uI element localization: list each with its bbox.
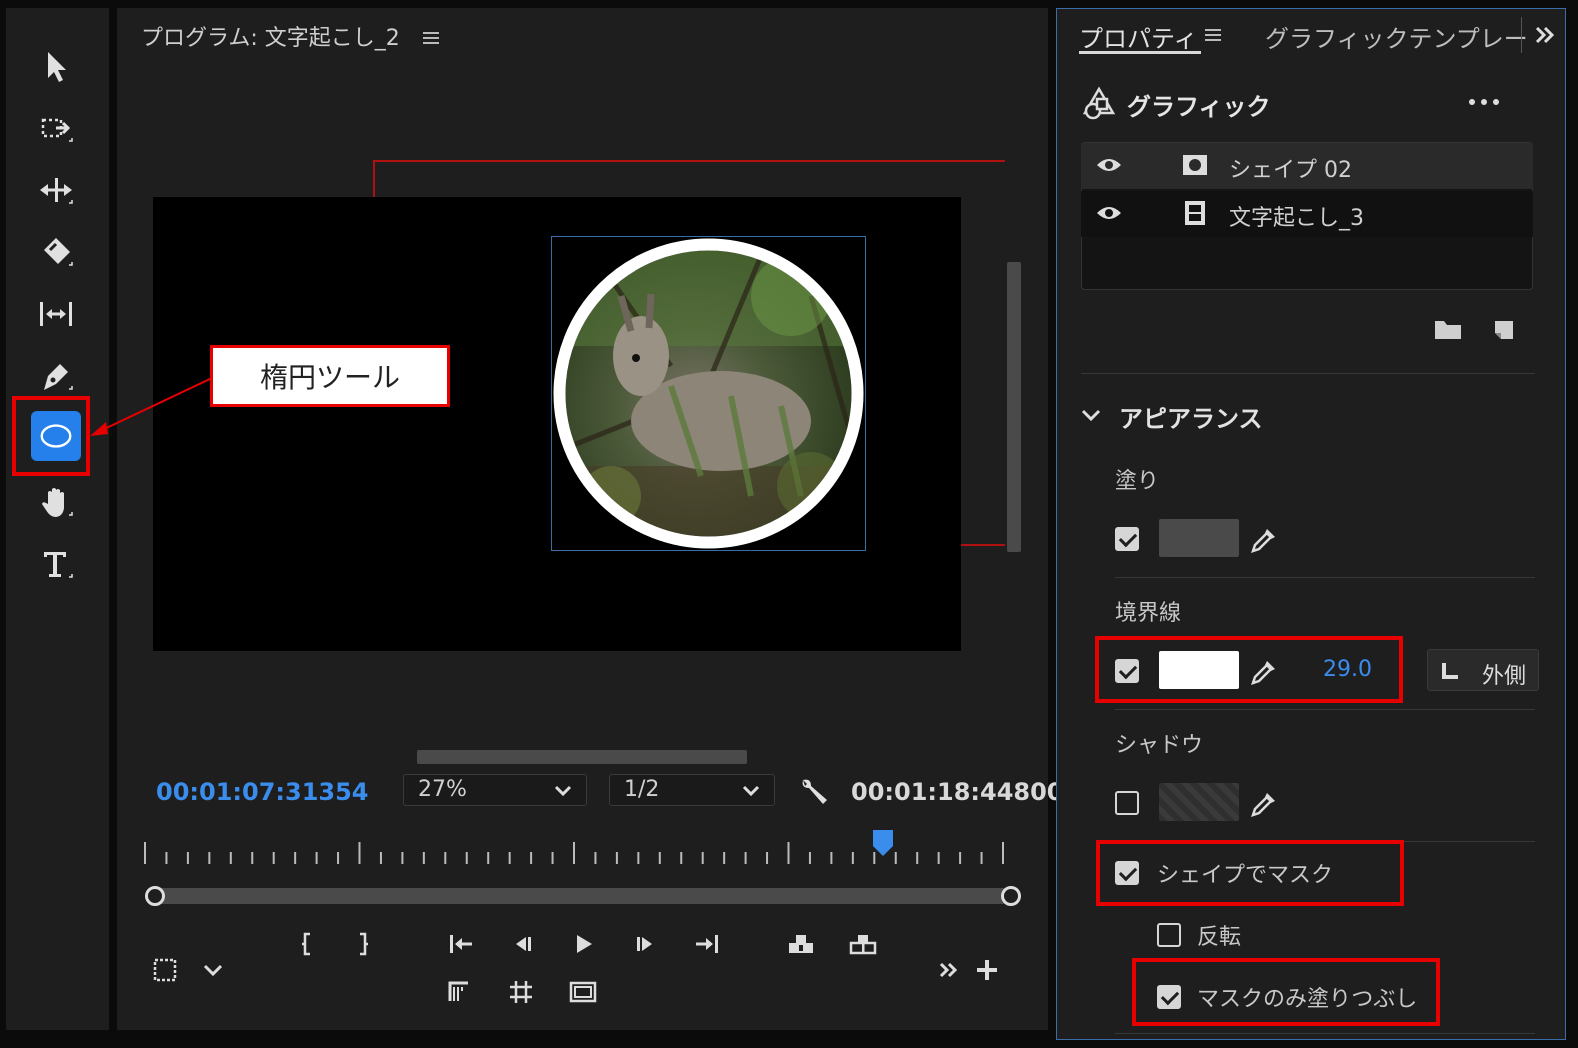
program-monitor-title[interactable]: プログラム: 文字起こし_2 bbox=[141, 20, 400, 52]
step-forward-icon[interactable] bbox=[625, 924, 665, 964]
layer-row-clip[interactable]: 文字起こし_3 bbox=[1081, 191, 1533, 237]
callout-arrow bbox=[90, 377, 213, 436]
zoom-value: 27% bbox=[418, 777, 467, 802]
masked-video-circle[interactable] bbox=[551, 236, 866, 551]
new-group-folder-icon[interactable] bbox=[1433, 317, 1463, 341]
film-clip-icon bbox=[1185, 201, 1205, 225]
tab-graphic-templates[interactable]: グラフィックテンプレー bbox=[1265, 19, 1528, 54]
mark-out-icon[interactable] bbox=[343, 924, 383, 964]
lift-icon[interactable] bbox=[781, 924, 821, 964]
vertical-scrollbar[interactable] bbox=[1007, 262, 1021, 552]
stroke-label: 境界線 bbox=[1115, 601, 1182, 626]
chevron-down-icon bbox=[742, 785, 760, 797]
trim-icon[interactable] bbox=[439, 972, 479, 1012]
fill-mask-only-highlight bbox=[1132, 958, 1440, 1026]
eye-icon[interactable] bbox=[1095, 203, 1123, 223]
panel-menu-icon[interactable] bbox=[423, 30, 441, 46]
fill-divider bbox=[1115, 577, 1535, 578]
program-title-text: プログラム: 文字起こし_2 bbox=[141, 26, 400, 51]
layer-name: 文字起こし_3 bbox=[1229, 206, 1364, 231]
stroke-highlight bbox=[1095, 636, 1403, 703]
slip-tool-icon[interactable] bbox=[24, 286, 88, 342]
zoom-navigator-bar[interactable] bbox=[153, 888, 1011, 904]
current-timecode[interactable]: 00:01:07:31354 bbox=[156, 778, 368, 806]
play-icon[interactable] bbox=[563, 924, 603, 964]
duration-timecode: 00:01:18:44800 bbox=[851, 778, 1064, 806]
extract-icon[interactable] bbox=[843, 924, 883, 964]
type-tool-icon[interactable] bbox=[24, 536, 88, 592]
stroke-position-value: 外側 bbox=[1482, 664, 1527, 689]
ellipse-tool-highlight bbox=[12, 396, 90, 476]
stroke-divider bbox=[1115, 709, 1535, 710]
go-to-out-icon[interactable] bbox=[687, 924, 727, 964]
mark-in-icon[interactable] bbox=[287, 924, 327, 964]
go-to-in-icon[interactable] bbox=[441, 924, 481, 964]
callout-text: 楕円ツール bbox=[259, 361, 400, 394]
step-back-icon[interactable] bbox=[503, 924, 543, 964]
guide-line-left bbox=[373, 160, 375, 200]
tab-properties[interactable]: プロパティ bbox=[1079, 19, 1198, 54]
graphic-shapes-icon bbox=[1082, 86, 1116, 120]
more-buttons-icon[interactable] bbox=[929, 950, 969, 990]
program-monitor: プログラム: 文字起こし_2 00:01:07:31354 27% 1/2 00… bbox=[117, 8, 1063, 1030]
video-frame[interactable] bbox=[153, 197, 961, 651]
eyedropper-icon[interactable] bbox=[1249, 789, 1279, 819]
active-tab-underline bbox=[1079, 51, 1201, 54]
more-options-icon[interactable] bbox=[1467, 95, 1501, 109]
invert-checkbox[interactable] bbox=[1157, 923, 1181, 947]
resolution-value: 1/2 bbox=[624, 777, 660, 802]
invert-label[interactable]: 反転 bbox=[1197, 919, 1241, 951]
playhead-marker[interactable] bbox=[871, 828, 895, 858]
selection-tool-icon[interactable] bbox=[24, 38, 88, 94]
chevron-down-icon bbox=[554, 785, 572, 797]
safe-margins-icon[interactable] bbox=[145, 950, 185, 990]
stroke-position-dropdown[interactable]: 外側 bbox=[1427, 649, 1539, 691]
shadow-color-swatch[interactable] bbox=[1159, 783, 1239, 821]
layer-name: シェイプ 02 bbox=[1229, 158, 1352, 183]
eye-icon[interactable] bbox=[1095, 155, 1123, 175]
tools-panel bbox=[6, 8, 109, 1030]
add-button-icon[interactable] bbox=[967, 950, 1007, 990]
fill-label: 塗り bbox=[1115, 469, 1160, 494]
panel-menu-icon[interactable] bbox=[1205, 27, 1223, 43]
shape-layer-icon bbox=[1183, 155, 1207, 175]
stroke-outside-icon bbox=[1442, 663, 1458, 679]
ripple-edit-tool-icon[interactable] bbox=[24, 162, 88, 218]
layer-row-shape[interactable]: シェイプ 02 bbox=[1081, 143, 1533, 189]
navigator-left-handle[interactable] bbox=[145, 886, 165, 906]
shadow-checkbox[interactable] bbox=[1115, 791, 1139, 815]
zoom-dropdown[interactable]: 27% bbox=[403, 774, 587, 806]
hand-tool-icon[interactable] bbox=[24, 474, 88, 530]
tab-properties-label: プロパティ bbox=[1079, 25, 1198, 53]
razor-tool-icon[interactable] bbox=[24, 224, 88, 280]
fill-color-swatch[interactable] bbox=[1159, 519, 1239, 557]
horizontal-scrollbar[interactable] bbox=[417, 750, 747, 764]
shadow-label: シャドウ bbox=[1115, 733, 1204, 758]
eyedropper-icon[interactable] bbox=[1249, 525, 1279, 555]
guide-line-top bbox=[373, 160, 1005, 162]
guide-line-right bbox=[961, 544, 1005, 546]
tab-divider bbox=[1521, 17, 1522, 53]
mask-highlight bbox=[1096, 840, 1404, 906]
comparison-view-icon[interactable] bbox=[563, 972, 603, 1012]
appearance-section-title: アピアランス bbox=[1119, 405, 1263, 433]
wrench-settings-icon[interactable] bbox=[797, 774, 831, 808]
double-chevron-right-icon[interactable] bbox=[1531, 21, 1559, 49]
bottom-divider bbox=[1115, 1033, 1535, 1034]
chevron-down-icon[interactable] bbox=[1079, 403, 1103, 427]
resolution-dropdown[interactable]: 1/2 bbox=[609, 774, 775, 806]
tab-graphic-templates-label: グラフィックテンプレー bbox=[1265, 25, 1528, 53]
track-select-tool-icon[interactable] bbox=[24, 100, 88, 156]
ellipse-tool-callout: 楕円ツール bbox=[210, 345, 450, 407]
chevron-down-icon[interactable] bbox=[193, 950, 233, 990]
graphic-section-title: グラフィック bbox=[1127, 93, 1271, 121]
grid-icon[interactable] bbox=[501, 972, 541, 1012]
navigator-right-handle[interactable] bbox=[1001, 886, 1021, 906]
section-divider bbox=[1081, 373, 1535, 374]
new-layer-icon[interactable] bbox=[1491, 315, 1517, 341]
fill-checkbox[interactable] bbox=[1115, 527, 1139, 551]
